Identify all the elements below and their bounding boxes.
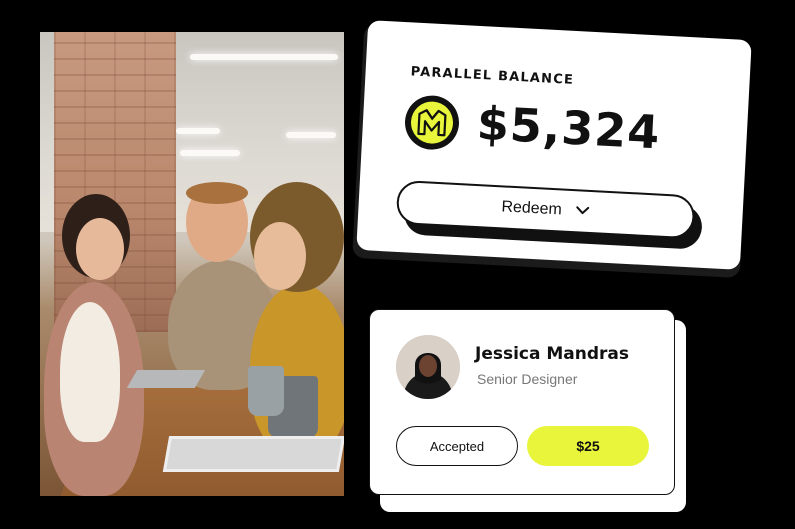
accepted-button[interactable]: Accepted <box>396 426 518 466</box>
parallel-logo-icon <box>403 94 461 151</box>
balance-amount: $5,324 <box>475 95 662 160</box>
redeem-label: Redeem <box>500 198 563 219</box>
balance-card: PARALLEL BALANCE $5,324 Redeem <box>356 20 752 270</box>
amount-button[interactable]: $25 <box>527 426 649 466</box>
balance-title: PARALLEL BALANCE <box>410 64 575 88</box>
avatar <box>396 335 460 399</box>
profile-name: Jessica Mandras <box>475 344 630 364</box>
profile-role: Senior Designer <box>477 371 578 387</box>
profile-card: Jessica Mandras Senior Designer Accepted… <box>369 309 675 495</box>
team-photo <box>40 32 344 496</box>
chevron-down-icon <box>575 202 590 221</box>
